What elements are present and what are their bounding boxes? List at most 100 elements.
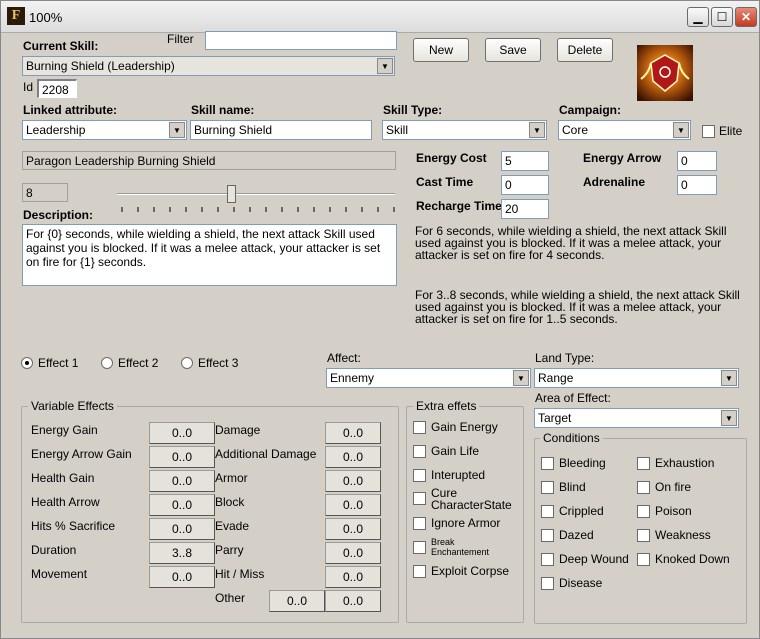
variable-value-box[interactable]: 0..0 (325, 470, 381, 492)
variable-value-box[interactable]: 0..0 (149, 470, 215, 492)
other-label: Other (215, 591, 246, 605)
description-preview-2: For 3..8 seconds, while wielding a shiel… (415, 288, 740, 326)
extra-effect-checkbox[interactable] (413, 421, 426, 434)
extra-effect-checkbox[interactable] (413, 517, 426, 530)
effect-3-label: Effect 3 (198, 356, 239, 370)
skill-name-input[interactable]: Burning Shield (190, 120, 372, 140)
effect-1-label: Effect 1 (38, 356, 79, 370)
description-textarea[interactable]: For {0} seconds, while wielding a shield… (22, 224, 397, 286)
skill-type-select[interactable]: Skill ▼ (382, 120, 547, 140)
extra-effect-checkbox[interactable] (413, 565, 426, 578)
elite-label: Elite (719, 124, 743, 138)
extra-effect-checkbox[interactable] (413, 541, 426, 554)
linked-attribute-value: Leadership (26, 123, 86, 137)
chevron-down-icon[interactable]: ▼ (673, 122, 689, 138)
variable-value-box[interactable]: 0..0 (325, 446, 381, 468)
skill-type-label: Skill Type: (383, 103, 443, 117)
affect-value: Ennemy (330, 371, 375, 385)
skill-type-value: Skill (386, 123, 409, 137)
chevron-down-icon[interactable]: ▼ (529, 122, 545, 138)
chevron-down-icon[interactable]: ▼ (721, 370, 737, 386)
condition-checkbox[interactable] (637, 481, 650, 494)
land-type-select[interactable]: Range ▼ (534, 368, 739, 388)
current-skill-label: Current Skill: (23, 39, 99, 53)
id-field[interactable]: 2208 (37, 79, 77, 98)
elite-checkbox[interactable] (702, 125, 715, 138)
affect-select[interactable]: Ennemy ▼ (326, 368, 531, 388)
campaign-label: Campaign: (559, 103, 622, 117)
current-skill-select[interactable]: Burning Shield (Leadership) ▼ (22, 56, 395, 76)
condition-checkbox[interactable] (541, 457, 554, 470)
close-button[interactable]: ✕ (735, 7, 757, 27)
variable-value-box[interactable]: 0..0 (149, 422, 215, 444)
campaign-value: Core (562, 123, 589, 137)
variable-value-box[interactable]: 3..8 (149, 542, 215, 564)
area-of-effect-label: Area of Effect: (535, 391, 611, 405)
other-value-box-2[interactable]: 0..0 (325, 590, 381, 612)
attribute-level-field: 8 (22, 183, 68, 202)
variable-value-box[interactable]: 0..0 (325, 494, 381, 516)
area-of-effect-select[interactable]: Target ▼ (534, 408, 739, 428)
land-type-label: Land Type: (535, 351, 595, 365)
condition-checkbox[interactable] (541, 577, 554, 590)
chevron-down-icon[interactable]: ▼ (377, 58, 393, 74)
condition-checkbox[interactable] (637, 529, 650, 542)
chevron-down-icon[interactable]: ▼ (721, 410, 737, 426)
condition-label: Bleeding (559, 456, 606, 470)
energy-arrow-field[interactable]: 0 (677, 151, 717, 171)
recharge-time-field[interactable]: 20 (501, 199, 549, 219)
filter-label: Filter (167, 32, 194, 46)
new-button[interactable]: New (413, 38, 469, 62)
extra-effect-checkbox[interactable] (413, 492, 426, 505)
cast-time-field[interactable]: 0 (501, 175, 549, 195)
other-value-box-1[interactable]: 0..0 (269, 590, 325, 612)
variable-value-box[interactable]: 0..0 (325, 566, 381, 588)
campaign-select[interactable]: Core ▼ (558, 120, 691, 140)
chevron-down-icon[interactable]: ▼ (513, 370, 529, 386)
chevron-down-icon[interactable]: ▼ (169, 122, 185, 138)
save-button[interactable]: Save (485, 38, 541, 62)
adrenaline-field[interactable]: 0 (677, 175, 717, 195)
variable-label: Block (215, 495, 245, 509)
variable-value-box[interactable]: 0..0 (149, 518, 215, 540)
condition-checkbox[interactable] (541, 553, 554, 566)
energy-cost-label: Energy Cost (416, 151, 487, 165)
condition-label: On fire (655, 480, 692, 494)
skill-icon (637, 45, 693, 101)
effect-2-radio[interactable] (101, 357, 113, 369)
extra-effect-checkbox[interactable] (413, 445, 426, 458)
effect-1-radio[interactable] (21, 357, 33, 369)
attribute-slider-thumb[interactable] (227, 185, 236, 203)
affect-label: Affect: (327, 351, 361, 365)
variable-value-box[interactable]: 0..0 (149, 446, 215, 468)
variable-value-box[interactable]: 0..0 (325, 422, 381, 444)
description-label: Description: (23, 208, 94, 222)
energy-cost-field[interactable]: 5 (501, 151, 549, 171)
condition-checkbox[interactable] (637, 505, 650, 518)
condition-checkbox[interactable] (541, 481, 554, 494)
main-window: F 100% ▁ ☐ ✕ Current Skill: Filter Burni… (0, 0, 760, 639)
variable-value-box[interactable]: 0..0 (149, 494, 215, 516)
effect-3-radio[interactable] (181, 357, 193, 369)
condition-label: Disease (559, 576, 603, 590)
maximize-button[interactable]: ☐ (711, 7, 733, 27)
linked-attribute-select[interactable]: Leadership ▼ (22, 120, 187, 140)
condition-checkbox[interactable] (637, 457, 650, 470)
condition-checkbox[interactable] (637, 553, 650, 566)
condition-label: Knoked Down (655, 552, 730, 566)
condition-checkbox[interactable] (541, 529, 554, 542)
recharge-time-label: Recharge Time (416, 199, 502, 213)
attribute-slider-track[interactable] (117, 193, 395, 195)
window-title: 100% (29, 10, 63, 25)
area-of-effect-value: Target (538, 411, 572, 425)
variable-effects-title: Variable Effects (28, 399, 117, 413)
variable-value-box[interactable]: 0..0 (149, 566, 215, 588)
description-preview-1: For 6 seconds, while wielding a shield, … (415, 224, 727, 262)
minimize-button[interactable]: ▁ (687, 7, 709, 27)
variable-value-box[interactable]: 0..0 (325, 542, 381, 564)
variable-value-box[interactable]: 0..0 (325, 518, 381, 540)
filter-input[interactable] (205, 31, 397, 50)
condition-checkbox[interactable] (541, 505, 554, 518)
delete-button[interactable]: Delete (557, 38, 613, 62)
extra-effect-checkbox[interactable] (413, 469, 426, 482)
